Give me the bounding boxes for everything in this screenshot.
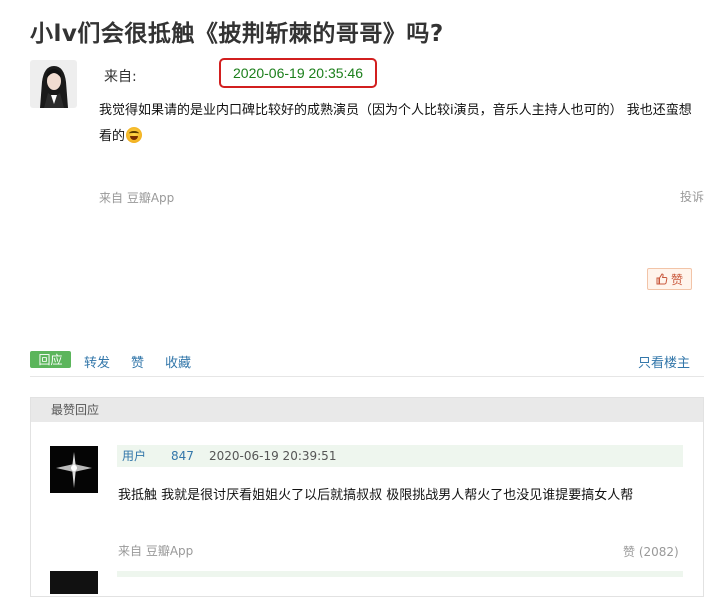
reply-avatar[interactable] xyxy=(50,446,98,493)
post-body-text: 我觉得如果请的是业内口碑比较好的成熟演员（因为个人比较i演员，音乐人主持人也可的… xyxy=(99,103,692,144)
thumbs-up-icon xyxy=(656,273,668,285)
like-link[interactable]: 赞 xyxy=(131,352,144,371)
author-name-redacted xyxy=(146,68,216,82)
next-reply-meta-bar xyxy=(117,571,683,577)
post-timestamp-highlight: 2020-06-19 20:35:46 xyxy=(219,58,377,88)
forward-link[interactable]: 转发 xyxy=(84,352,110,371)
post-action-bar: 回应 转发 赞 收藏 只看楼主 xyxy=(30,351,690,371)
report-link[interactable]: 投诉 xyxy=(680,188,704,205)
reply-source: 来自 豆瓣App xyxy=(118,544,194,558)
reply-meta-bar: 用户 847 2020-06-19 20:39:51 xyxy=(117,445,683,467)
author-avatar[interactable] xyxy=(30,60,77,108)
author-from-label: 来自: xyxy=(104,69,137,85)
only-op-link[interactable]: 只看楼主 xyxy=(638,352,690,371)
like-button-label: 赞 xyxy=(670,272,683,287)
reply-button[interactable]: 回应 xyxy=(30,351,71,368)
laughing-tears-emoji-icon xyxy=(126,127,143,143)
reply-username-suffix[interactable]: 847 xyxy=(171,445,194,467)
post-timestamp: 2020-06-19 20:35:46 xyxy=(233,65,363,81)
divider xyxy=(30,376,704,377)
post-source: 来自 豆瓣App xyxy=(99,191,175,205)
reply-like-count[interactable]: 赞 (2082) xyxy=(623,543,679,560)
post-body: 我觉得如果请的是业内口碑比较好的成熟演员（因为个人比较i演员，音乐人主持人也可的… xyxy=(99,98,702,150)
next-reply-avatar[interactable] xyxy=(50,571,98,594)
reply-text: 我抵触 我就是很讨厌看姐姐火了以后就搞叔叔 极限挑战男人帮火了也没见谁提要搞女人… xyxy=(118,488,634,503)
like-button[interactable]: 赞 xyxy=(647,268,692,290)
collect-link[interactable]: 收藏 xyxy=(165,352,191,371)
page-title: 小lv们会很抵触《披荆斩棘的哥哥》吗? xyxy=(30,21,444,47)
best-replies-header: 最赞回应 xyxy=(31,398,703,422)
reply-timestamp: 2020-06-19 20:39:51 xyxy=(209,449,337,463)
reply-username[interactable]: 用户 xyxy=(122,445,146,467)
